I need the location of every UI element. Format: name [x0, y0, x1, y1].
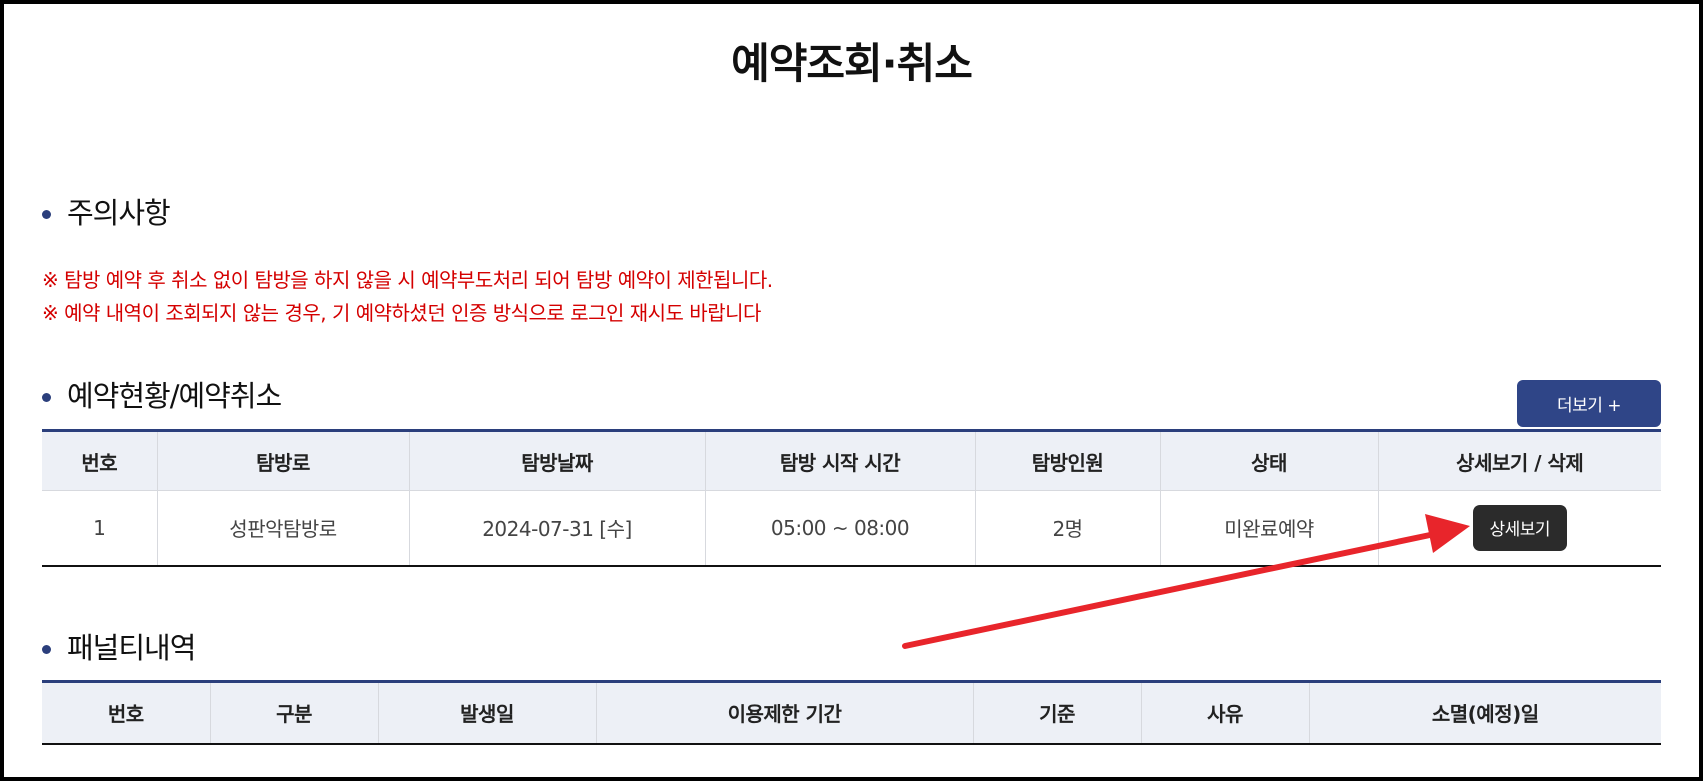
notice-line-2: ※ 예약 내역이 조회되지 않는 경우, 기 예약하셨던 인증 방식으로 로그인…: [42, 301, 761, 325]
bullet-icon: [42, 392, 51, 402]
penalty-column-restriction-period: 이용제한 기간: [595, 680, 974, 745]
page-title: 예약조회·취소: [731, 39, 973, 88]
bullet-icon: [42, 644, 51, 654]
penalty-table-header-row: 번호 구분 발생일 이용제한 기간 기준 사유 소멸(예정)일: [42, 680, 1661, 745]
bullet-icon: [42, 209, 51, 219]
table-row: 1 성판악탐방로 2024-07-31 [수] 05:00 ~ 08:00 2명…: [42, 490, 1661, 567]
penalty-column-type: 구분: [209, 680, 379, 745]
penalty-column-reason: 사유: [1140, 680, 1310, 745]
cell-status: 미완료예약: [1159, 490, 1379, 567]
notice-line-1: ※ 탐방 예약 후 취소 없이 탐방을 하지 않을 시 예약부도처리 되어 탐방…: [42, 268, 773, 292]
detail-button[interactable]: 상세보기: [1472, 504, 1567, 551]
notice-section-header: 주의사항: [42, 191, 171, 231]
cell-date: 2024-07-31 [수]: [408, 490, 706, 567]
penalty-column-occurred: 발생일: [377, 680, 597, 745]
status-section-title: 예약현황/예약취소: [67, 379, 282, 413]
more-button[interactable]: 더보기 +: [1517, 380, 1661, 427]
column-header-trail: 탐방로: [156, 429, 410, 491]
reservation-table: 번호 탐방로 탐방날짜 탐방 시작 시간 탐방인원 상태 상세보기 / 삭제 1…: [42, 429, 1661, 567]
cell-people: 2명: [974, 490, 1161, 567]
column-header-no: 번호: [42, 429, 158, 491]
column-header-people: 탐방인원: [974, 429, 1161, 491]
column-header-start-time: 탐방 시작 시간: [704, 429, 976, 491]
cell-trail: 성판악탐방로: [156, 490, 410, 567]
penalty-section-title: 패널티내역: [67, 631, 196, 665]
penalty-column-criteria: 기준: [972, 680, 1142, 745]
penalty-column-no: 번호: [42, 680, 211, 745]
cell-detail: 상세보기: [1377, 490, 1661, 567]
penalty-table: 번호 구분 발생일 이용제한 기간 기준 사유 소멸(예정)일: [42, 680, 1661, 745]
penalty-section-header: 패널티내역: [42, 626, 196, 666]
column-header-status: 상태: [1159, 429, 1379, 491]
cell-start-time: 05:00 ~ 08:00: [704, 490, 976, 567]
penalty-column-expiry: 소멸(예정)일: [1308, 680, 1661, 745]
column-header-date: 탐방날짜: [408, 429, 706, 491]
reservation-table-header-row: 번호 탐방로 탐방날짜 탐방 시작 시간 탐방인원 상태 상세보기 / 삭제: [42, 429, 1661, 491]
column-header-detail-delete: 상세보기 / 삭제: [1377, 429, 1661, 491]
status-section-header: 예약현황/예약취소: [42, 374, 282, 414]
cell-no: 1: [42, 490, 158, 567]
notice-section-title: 주의사항: [67, 196, 171, 230]
